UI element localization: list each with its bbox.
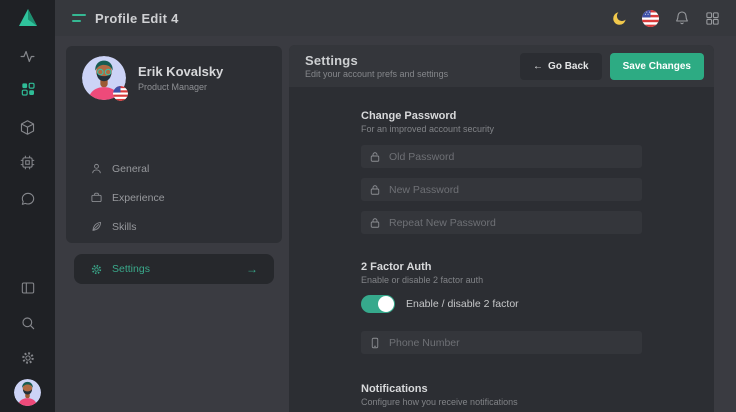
menu-item-experience[interactable]: Experience [74, 183, 274, 212]
settings-panel-header: Settings Edit your account prefs and set… [289, 45, 714, 87]
briefcase-icon [90, 191, 103, 204]
gear-icon [90, 263, 103, 276]
menu-item-label: Settings [112, 263, 150, 275]
section-heading-notifications: Notifications [361, 382, 642, 396]
section-subheading-2fa: Enable or disable 2 factor auth [361, 274, 642, 286]
avatar-flag-badge-icon [113, 86, 128, 101]
save-changes-button[interactable]: Save Changes [610, 53, 704, 80]
profile-menu: General Experience Skills Settings → [74, 154, 274, 284]
profile-card: Erik Kovalsky Product Manager General Ex… [66, 46, 282, 243]
topbar: Profile Edit 4 [55, 0, 736, 36]
feather-icon [90, 220, 103, 233]
section-heading-change-password: Change Password [361, 109, 642, 123]
two-factor-toggle[interactable] [361, 295, 395, 313]
cpu-icon[interactable] [0, 149, 55, 175]
new-password-field[interactable] [361, 178, 642, 201]
lock-icon [369, 217, 381, 229]
menu-item-skills[interactable]: Skills [74, 212, 274, 241]
apps-grid-icon[interactable] [704, 10, 721, 27]
chat-icon[interactable] [0, 186, 55, 212]
dashboard-grid-icon[interactable] [0, 76, 55, 102]
lock-icon [369, 184, 381, 196]
lock-icon [369, 151, 381, 163]
phone-number-field[interactable] [361, 331, 642, 354]
user-icon [90, 162, 103, 175]
phone-icon [369, 337, 381, 349]
old-password-field[interactable] [361, 145, 642, 168]
phone-number-input[interactable] [389, 337, 634, 349]
menu-item-label: Skills [112, 221, 137, 233]
settings-panel: Settings Edit your account prefs and set… [289, 45, 714, 412]
new-password-input[interactable] [389, 184, 634, 196]
app-logo-icon[interactable] [0, 4, 55, 32]
page-title: Profile Edit 4 [95, 11, 179, 26]
repeat-password-input[interactable] [389, 217, 634, 229]
section-subheading-change-password: For an improved account security [361, 123, 642, 135]
bell-icon[interactable] [673, 10, 690, 27]
box-icon[interactable] [0, 114, 55, 140]
repeat-password-field[interactable] [361, 211, 642, 234]
toggle-knob [378, 296, 394, 312]
settings-subtitle: Edit your account prefs and settings [305, 70, 448, 79]
section-heading-2fa: 2 Factor Auth [361, 260, 642, 274]
search-icon[interactable] [0, 310, 55, 336]
us-flag-icon[interactable] [642, 10, 659, 27]
go-back-button[interactable]: ← Go Back [520, 53, 602, 80]
profile-avatar [82, 56, 126, 100]
user-avatar[interactable] [14, 379, 41, 406]
two-factor-toggle-label: Enable / disable 2 factor [406, 298, 519, 310]
activity-icon[interactable] [0, 43, 55, 69]
menu-item-general[interactable]: General [74, 154, 274, 183]
moon-icon[interactable] [611, 10, 628, 27]
app-window: Profile Edit 4 [0, 0, 736, 412]
layout-icon[interactable] [0, 275, 55, 301]
hamburger-menu-icon[interactable] [72, 14, 86, 22]
menu-item-label: General [112, 163, 149, 175]
sidebar [0, 0, 55, 412]
gear-icon[interactable] [0, 345, 55, 371]
arrow-left-icon: ← [533, 61, 543, 72]
menu-item-label: Experience [112, 192, 165, 204]
section-subheading-notifications: Configure how you receive notifications [361, 396, 642, 408]
arrow-right-icon: → [246, 263, 258, 275]
menu-item-settings[interactable]: Settings → [74, 254, 274, 284]
old-password-input[interactable] [389, 151, 634, 163]
profile-name: Erik Kovalsky [138, 64, 223, 80]
profile-role: Product Manager [138, 82, 223, 92]
settings-title: Settings [305, 54, 448, 67]
